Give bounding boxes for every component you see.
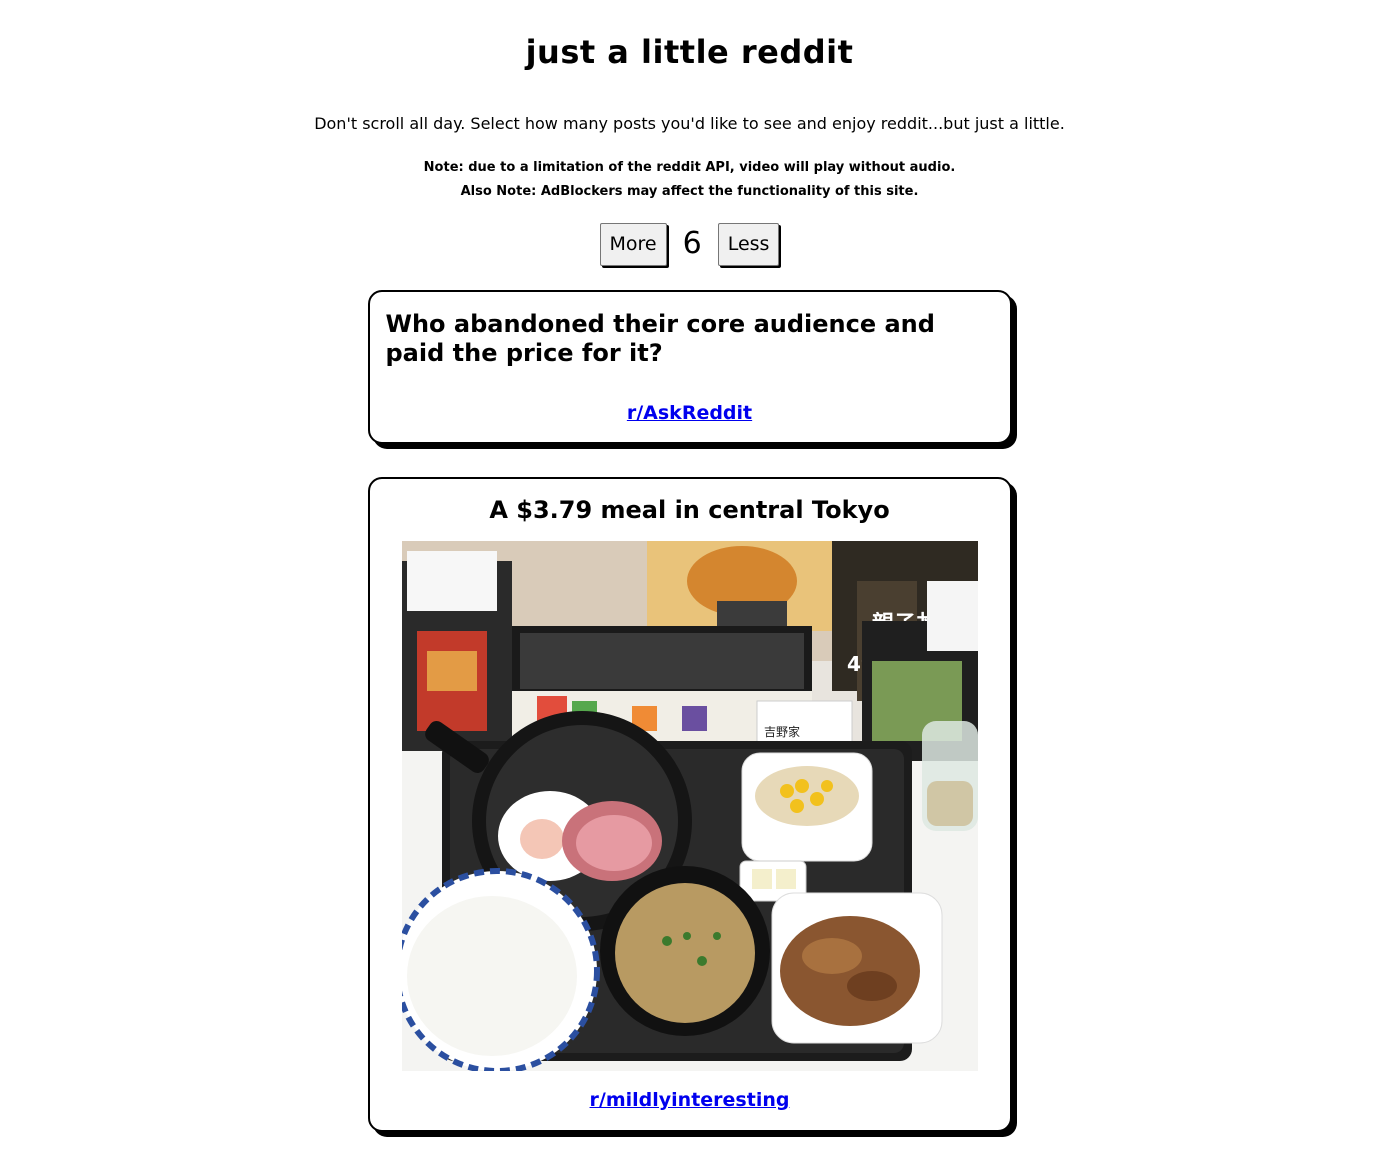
notes: Note: due to a limitation of the reddit … <box>424 156 956 204</box>
site-title: just a little reddit <box>525 33 854 71</box>
post-count-controls: More 6 Less <box>599 222 780 266</box>
note-adblock: Also Note: AdBlockers may affect the fun… <box>460 184 919 199</box>
post-image[interactable]: 親子丼 498円 吉野家 <box>401 541 978 1071</box>
tagline: Don't scroll all day. Select how many po… <box>314 114 1065 133</box>
page: just a little reddit Don't scroll all da… <box>0 0 1379 1132</box>
post-title: Who abandoned their core audience and pa… <box>385 310 935 367</box>
note-audio: Note: due to a limitation of the reddit … <box>423 160 956 175</box>
subreddit-link[interactable]: r/mildlyinteresting <box>590 1088 790 1112</box>
subreddit-link[interactable]: r/AskReddit <box>627 401 752 425</box>
store-name: 吉野家 <box>764 724 800 739</box>
post-card: Who abandoned their core audience and pa… <box>367 290 1012 444</box>
more-button[interactable]: More <box>599 222 667 266</box>
post-card: A $3.79 meal in central Tokyo 親子丼 498円 <box>367 477 1012 1132</box>
less-button[interactable]: Less <box>717 222 780 266</box>
post-count: 6 <box>682 226 702 261</box>
post-title: A $3.79 meal in central Tokyo <box>489 496 890 524</box>
